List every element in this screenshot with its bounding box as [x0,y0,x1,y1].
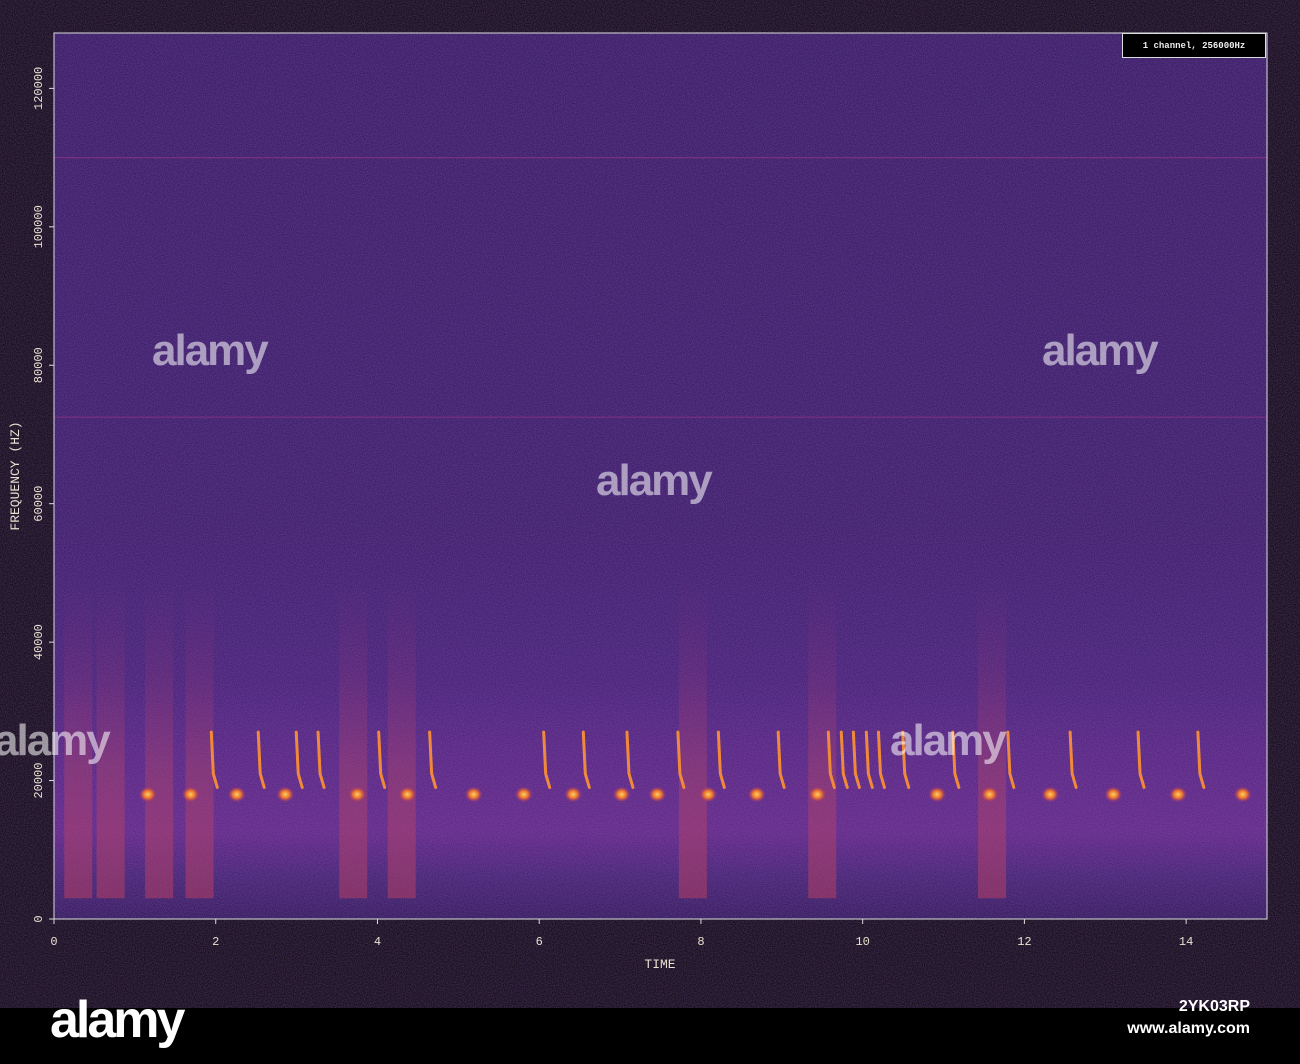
low-call [928,786,947,803]
y-tick-label: 80000 [32,347,46,383]
low-call [1041,786,1060,803]
low-call [276,786,295,803]
low-call [181,786,200,803]
low-call [980,786,999,803]
low-call [348,786,367,803]
spectrogram-chart: 0 2 4 6 8 10 12 14 0 20000 40000 60000 80000 100000 12… [8,32,1268,972]
x-tick-label: 0 [50,935,57,949]
x-tick-label: 2 [212,935,219,949]
low-call [648,786,667,803]
y-tick-label: 100000 [32,205,46,248]
y-tick-label: 0 [32,915,46,922]
low-call [564,786,583,803]
broadband-burst [339,572,368,899]
site-url: www.alamy.com [1127,1020,1250,1037]
low-call [1104,786,1123,803]
x-tick-label: 12 [1017,935,1031,949]
broadband-burst [678,572,707,899]
y-tick-label: 40000 [32,624,46,660]
broadband-burst [387,572,416,899]
broadband-burst [185,572,214,899]
x-tick-label: 8 [697,935,704,949]
low-call [227,786,246,803]
y-tick-label: 60000 [32,486,46,522]
x-tick-label: 6 [536,935,543,949]
low-call [808,786,827,803]
x-tick-label: 4 [374,935,381,949]
low-call [699,786,718,803]
alamy-logo: alamy [50,991,185,1049]
low-call [1169,786,1188,803]
y-tick-label: 20000 [32,763,46,799]
y-tick-label: 120000 [32,67,46,110]
watermark-text: alamy [1042,326,1159,375]
watermark-text: alamy [596,456,713,505]
watermark-text: alamy [0,716,111,765]
y-axis-label: FREQUENCY (HZ) [8,421,23,530]
low-call [138,786,157,803]
low-call [464,786,483,803]
broadband-burst [808,572,837,899]
low-call [612,786,631,803]
image-id: 2YK03RP [1178,998,1250,1015]
low-call [747,786,766,803]
broadband-burst [145,572,174,899]
watermark-text: alamy [152,326,269,375]
watermark-text: alamy [890,716,1007,765]
low-call [398,786,417,803]
x-axis-label: TIME [644,957,675,972]
x-tick-label: 10 [855,935,869,949]
low-call [1233,786,1252,803]
low-call [514,786,533,803]
x-tick-label: 14 [1179,935,1193,949]
channel-info-legend: 1 channel, 256000Hz [1122,33,1266,58]
